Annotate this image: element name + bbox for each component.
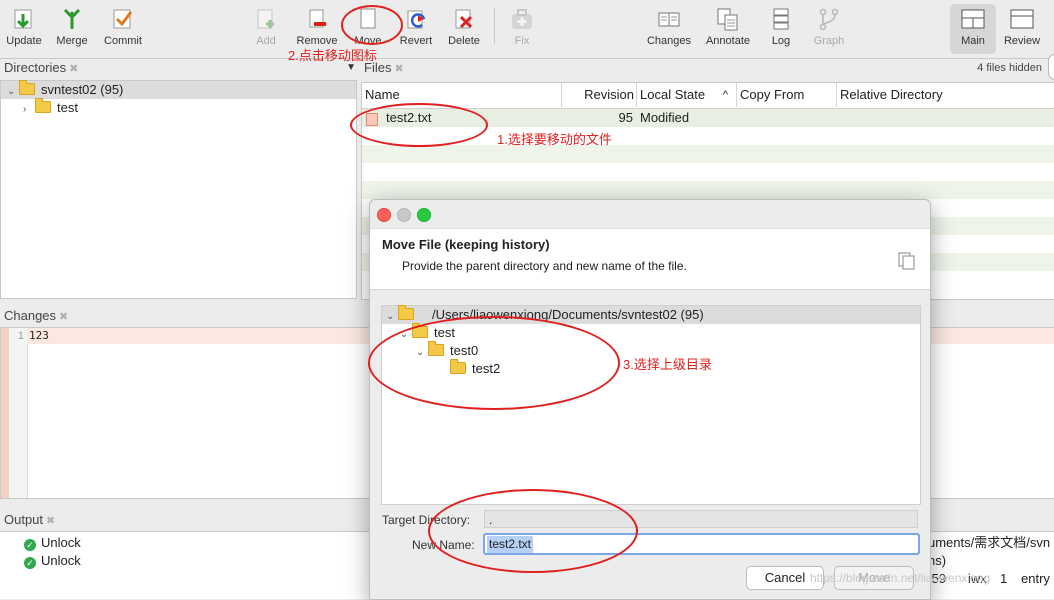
watermark: https://blog.csdn.net/liaowenxiong [810,571,991,585]
column-revision[interactable]: Revision [562,83,637,107]
repo-folder-icon [19,80,35,95]
graph-button[interactable]: Graph [803,4,855,54]
changes-icon [657,7,681,31]
dialog-title: Move File (keeping history) [382,237,550,252]
annotation-circle-move [341,5,403,45]
directory-root[interactable]: ⌄ svntest02 (95) [7,80,123,101]
add-icon [254,7,278,31]
zoom-window-button[interactable] [417,208,431,222]
search-field-edge[interactable] [1048,54,1054,80]
fix-button[interactable]: Fix [496,4,548,54]
annotation-step2: 2.点击移动图标 [288,48,377,63]
annotation-circle-file [350,103,488,147]
sort-ascending-icon: ^ [722,89,728,101]
log-icon [769,7,793,31]
main-view-button[interactable]: Main [950,4,996,54]
log-button[interactable]: Log [755,4,807,54]
directories-panel: ⌄ svntest02 (95) › test [0,80,357,299]
close-icon[interactable]: ✖ [59,311,68,323]
output-path-text: uments/需求文档/svn [928,535,1051,550]
change-marker-gutter [1,328,9,498]
commit-button[interactable]: Commit [97,4,149,54]
close-icon[interactable]: ✖ [46,515,55,527]
annotate-icon [716,7,740,31]
empty-row [362,163,1054,181]
column-local-state[interactable]: Local State ^ [637,83,737,107]
chevron-down-icon[interactable]: ⌄ [386,308,398,326]
revert-icon [404,7,428,31]
folder-icon [35,98,51,113]
document-copy-icon [897,251,917,274]
minimize-window-button[interactable] [397,208,411,222]
delete-button[interactable]: Delete [438,4,490,54]
code-line[interactable]: 123 [29,328,49,344]
column-name[interactable]: Name [362,83,562,107]
update-button[interactable]: Update [0,4,50,54]
output-row: ✓ Unlock [24,552,81,570]
output-detail-text: entry [1021,571,1050,586]
add-button[interactable]: Add [240,4,292,54]
directory-item-test[interactable]: › test [23,98,78,119]
annotation-circle-tree [368,316,620,410]
annotate-button[interactable]: Annotate [702,4,754,54]
repo-folder-icon [398,305,414,320]
output-detail-text: 1 [1000,571,1008,586]
changes-button[interactable]: Changes [643,4,695,54]
close-icon[interactable]: ✖ [394,63,403,75]
remove-icon [305,7,329,31]
close-window-button[interactable] [377,208,391,222]
table-header: Name Revision Local State ^ Copy From Rel… [362,83,1054,109]
dialog-subtitle: Provide the parent directory and new nam… [402,259,687,273]
commit-icon [111,7,135,31]
column-relative-directory[interactable]: Relative Directory [837,83,1054,107]
column-copy-from[interactable]: Copy From [737,83,837,107]
toolbar-separator [494,8,495,44]
empty-row [362,181,1054,199]
chevron-right-icon[interactable]: › [23,101,35,119]
merge-button[interactable]: Merge [46,4,98,54]
close-icon[interactable]: ✖ [69,63,78,75]
hidden-count: 4 files hidden [977,62,1042,74]
check-icon: ✓ [24,539,36,551]
check-icon: ✓ [24,557,36,569]
main-view-icon [961,7,985,31]
graph-icon [817,7,841,31]
annotation-step3: 3.选择上级目录 [623,357,712,372]
toolbar: Update Merge Commit Add Remove Move Reve… [0,0,1054,59]
review-view-icon [1010,7,1034,31]
annotation-step1: 1.选择要移动的文件 [497,132,612,147]
empty-row [362,145,1054,163]
first-aid-icon [510,7,534,31]
output-row: ✓ Unlock [24,534,81,552]
line-number-gutter: 1 [9,328,28,498]
files-header: Files ✖ 4 files hidden [360,58,1054,78]
annotation-circle-name [428,489,638,573]
delete-icon [452,7,476,31]
review-view-button[interactable]: Review [998,4,1046,54]
merge-icon [60,7,84,31]
dialog-banner: Move File (keeping history) Provide the … [370,228,930,290]
update-icon [12,7,36,31]
chevron-down-icon[interactable]: ⌄ [7,83,19,101]
